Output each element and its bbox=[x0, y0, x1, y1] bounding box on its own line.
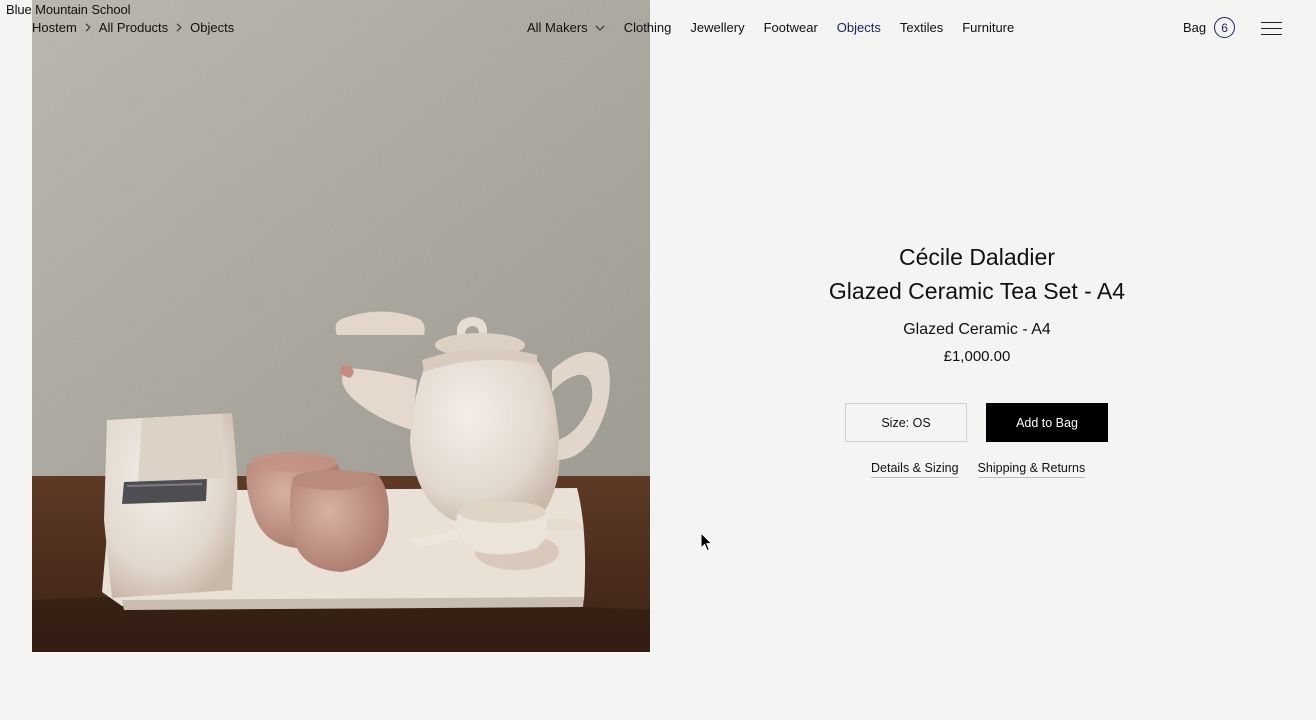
product-info: Cécile Daladier Glazed Ceramic Tea Set -… bbox=[780, 240, 1174, 367]
nav-jewellery[interactable]: Jewellery bbox=[690, 20, 744, 35]
nav-all-makers[interactable]: All Makers bbox=[527, 20, 605, 35]
product-title: Glazed Ceramic Tea Set - A4 bbox=[828, 278, 1126, 304]
breadcrumb-item-hostem[interactable]: Hostem bbox=[32, 20, 77, 35]
nav-textiles[interactable]: Textiles bbox=[900, 20, 943, 35]
product-image[interactable] bbox=[32, 0, 650, 652]
size-select-button[interactable]: Size: OS bbox=[845, 403, 967, 442]
nav-footwear[interactable]: Footwear bbox=[764, 20, 818, 35]
product-maker[interactable]: Cécile Daladier bbox=[780, 240, 1174, 274]
hamburger-menu-icon[interactable] bbox=[1261, 22, 1282, 36]
mouse-pointer-icon bbox=[700, 531, 713, 552]
chevron-right-icon bbox=[176, 23, 182, 32]
breadcrumb-item-objects[interactable]: Objects bbox=[190, 20, 234, 35]
nav-objects[interactable]: Objects bbox=[837, 20, 881, 35]
details-sizing-link[interactable]: Details & Sizing bbox=[871, 461, 959, 478]
shipping-returns-link[interactable]: Shipping & Returns bbox=[977, 461, 1086, 478]
breadcrumb-item-all-products[interactable]: All Products bbox=[99, 20, 168, 35]
nav-furniture[interactable]: Furniture bbox=[962, 20, 1014, 35]
nav-clothing[interactable]: Clothing bbox=[624, 20, 672, 35]
product-price: £1,000.00 bbox=[943, 348, 1011, 365]
product-actions: Size: OS Add to Bag bbox=[845, 403, 1108, 442]
site-name[interactable]: Blue Mountain School bbox=[6, 2, 131, 17]
main-nav: All Makers Clothing Jewellery Footwear O… bbox=[527, 20, 1033, 35]
bag-button[interactable]: Bag 6 bbox=[1183, 17, 1236, 38]
nav-all-makers-label: All Makers bbox=[527, 20, 588, 35]
breadcrumb: Hostem All Products Objects bbox=[32, 20, 234, 35]
product-links: Details & Sizing Shipping & Returns bbox=[871, 461, 1086, 478]
product-subtitle: Glazed Ceramic - A4 bbox=[903, 321, 1051, 338]
bag-count-badge: 6 bbox=[1214, 17, 1236, 38]
chevron-down-icon bbox=[595, 24, 605, 31]
add-to-bag-button[interactable]: Add to Bag bbox=[986, 403, 1108, 442]
bag-label: Bag bbox=[1183, 20, 1207, 35]
chevron-right-icon bbox=[85, 23, 91, 32]
